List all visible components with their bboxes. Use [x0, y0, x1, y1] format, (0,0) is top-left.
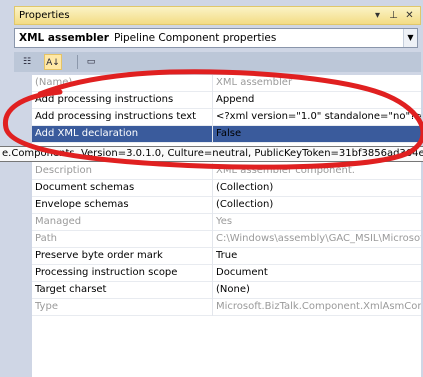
- column-divider[interactable]: [212, 92, 213, 109]
- title-bar-buttons: ▾ ⊥ ✕: [371, 8, 416, 23]
- property-value[interactable]: Yes: [216, 216, 421, 227]
- property-name: (Name): [35, 77, 73, 88]
- property-row[interactable]: Type Microsoft.BizTalk.Component.XmlAsmCo…: [32, 299, 421, 316]
- property-name: Preserve byte order mark: [35, 250, 163, 261]
- dropdown-arrow-icon[interactable]: ▾: [371, 8, 384, 23]
- property-name: Add processing instructions text: [35, 111, 197, 122]
- property-value[interactable]: XML assembler component.: [216, 165, 421, 176]
- property-name: Description: [35, 165, 92, 176]
- window-title: Properties: [19, 10, 70, 21]
- property-name: Type: [35, 301, 58, 312]
- property-name: Processing instruction scope: [35, 267, 178, 278]
- property-value[interactable]: (Collection): [216, 199, 421, 210]
- grid-gutter: [14, 75, 32, 377]
- property-value[interactable]: False: [216, 128, 421, 139]
- tooltip: e.Components, Version=3.0.1.0, Culture=n…: [0, 146, 423, 162]
- property-row[interactable]: Add processing instructions text <?xml ve…: [32, 109, 421, 126]
- column-divider[interactable]: [212, 299, 213, 316]
- property-name: Managed: [35, 216, 82, 227]
- column-divider[interactable]: [212, 248, 213, 265]
- property-row[interactable]: Description XML assembler component.: [32, 163, 421, 180]
- column-divider[interactable]: [212, 231, 213, 248]
- chevron-down-icon[interactable]: ▼: [403, 29, 417, 47]
- property-row[interactable]: Preserve byte order mark True: [32, 248, 421, 265]
- property-row[interactable]: Target charset (None): [32, 282, 421, 299]
- property-value[interactable]: True: [216, 250, 421, 261]
- property-row[interactable]: Path C:\Windows\assembly\GAC_MSIL\Microso…: [32, 231, 421, 248]
- property-row[interactable]: Add processing instructions Append: [32, 92, 421, 109]
- property-value[interactable]: (None): [216, 284, 421, 295]
- object-selector[interactable]: XML assembler Pipeline Component propert…: [14, 28, 418, 48]
- property-row[interactable]: (Name) XML assembler: [32, 75, 421, 92]
- property-grid: (Name) XML assembler Add processing instru…: [14, 75, 421, 377]
- column-divider[interactable]: [212, 265, 213, 282]
- property-name: Add XML declaration: [35, 128, 139, 139]
- selected-object-name: XML assembler: [19, 32, 109, 44]
- property-row[interactable]: Envelope schemas (Collection): [32, 197, 421, 214]
- property-row[interactable]: Processing instruction scope Document: [32, 265, 421, 282]
- selected-object-description: Pipeline Component properties: [114, 32, 277, 44]
- column-divider[interactable]: [212, 75, 213, 92]
- column-divider[interactable]: [212, 180, 213, 197]
- property-name: Path: [35, 233, 57, 244]
- pin-icon[interactable]: ⊥: [387, 8, 400, 23]
- property-name: Add processing instructions: [35, 94, 174, 105]
- column-divider[interactable]: [212, 197, 213, 214]
- property-value[interactable]: Append: [216, 94, 421, 105]
- property-row[interactable]: Add XML declaration False: [32, 126, 421, 143]
- toolbar-separator: [77, 55, 78, 69]
- categorized-icon[interactable]: ☷: [18, 54, 36, 70]
- property-name: Target charset: [35, 284, 107, 295]
- property-row[interactable]: Document schemas (Collection): [32, 180, 421, 197]
- property-value[interactable]: Document: [216, 267, 421, 278]
- property-value[interactable]: C:\Windows\assembly\GAC_MSIL\Microsoft: [216, 233, 421, 244]
- property-name: Document schemas: [35, 182, 135, 193]
- title-bar: Properties ▾ ⊥ ✕: [14, 6, 421, 25]
- property-value[interactable]: XML assembler: [216, 77, 421, 88]
- property-value[interactable]: Microsoft.BizTalk.Component.XmlAsmComp: [216, 301, 421, 312]
- alphabetical-icon[interactable]: A↓: [44, 54, 62, 70]
- property-value[interactable]: (Collection): [216, 182, 421, 193]
- close-icon[interactable]: ✕: [403, 8, 416, 23]
- property-name: Envelope schemas: [35, 199, 129, 210]
- column-divider[interactable]: [212, 163, 213, 180]
- properties-window: Properties ▾ ⊥ ✕ XML assembler Pipeline …: [0, 0, 423, 377]
- property-value[interactable]: <?xml version="1.0" standalone="no"?>: [216, 111, 421, 122]
- column-divider[interactable]: [212, 109, 213, 126]
- properties-toolbar: ☷ A↓ ▭: [14, 52, 421, 72]
- property-row[interactable]: Managed Yes: [32, 214, 421, 231]
- column-divider[interactable]: [212, 126, 213, 143]
- column-divider[interactable]: [212, 214, 213, 231]
- property-pages-icon[interactable]: ▭: [82, 54, 100, 70]
- column-divider[interactable]: [212, 282, 213, 299]
